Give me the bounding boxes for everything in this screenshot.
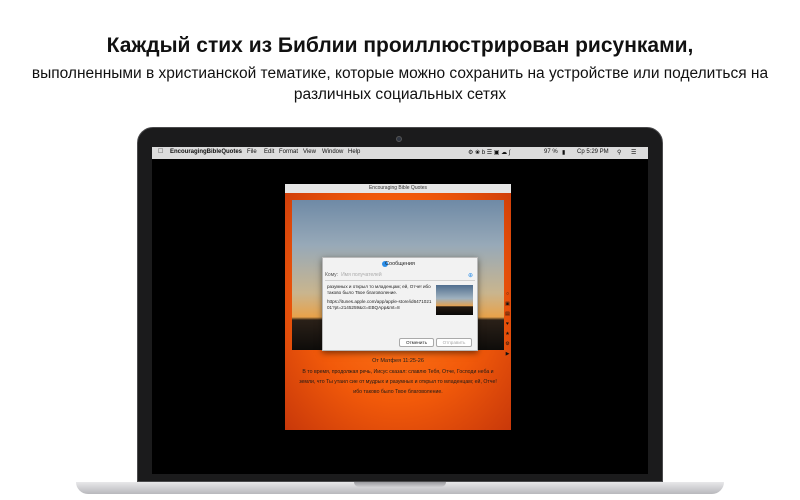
heart-icon[interactable]: ♥ [505, 321, 510, 328]
save-icon[interactable]: ▣ [505, 301, 510, 308]
star-icon[interactable]: ★ [505, 331, 510, 338]
message-link: https://itunes.apple.com/app/apple-store… [327, 299, 432, 311]
headline: Каждый стих из Библии проиллюстрирован р… [106, 34, 694, 57]
message-sheet: Сообщения Кому: Имя получателей ⊕ разумны… [322, 257, 478, 351]
apple-icon[interactable]:  [158, 148, 163, 155]
send-button[interactable]: Отправить [436, 338, 472, 347]
battery-percent[interactable]: 97 % [544, 149, 558, 155]
menu-file[interactable]: File [247, 149, 257, 155]
camera-icon [396, 136, 402, 142]
share-icon[interactable]: ○ [505, 291, 510, 298]
status-icons[interactable]: ⚙ ❀ b ☰ ▣ ☁ ∫ [468, 149, 510, 156]
settings-icon[interactable]: ⚙ [505, 341, 510, 348]
verse-reference: От Матфея 11:25-26 [372, 358, 424, 364]
search-icon[interactable]: ⚲ [617, 149, 621, 156]
recipient-placeholder: Имя получателей [341, 272, 382, 278]
notification-center-icon[interactable]: ☰ [631, 149, 636, 156]
verse-text: В то время, продолжая речь, Иисус сказал… [299, 369, 497, 395]
side-toolbar: ○ ▣ ▤ ♥ ★ ⚙ ▶ [505, 291, 511, 361]
menu-view[interactable]: View [303, 149, 316, 155]
menu-help[interactable]: Help [348, 149, 360, 155]
recipient-label: Кому: [325, 272, 339, 278]
message-body[interactable]: разумных и открыл то младенцам; ей, Отче… [327, 284, 433, 311]
menu-window[interactable]: Window [322, 149, 343, 155]
menu-edit[interactable]: Edit [264, 149, 274, 155]
sheet-title: Сообщения [385, 261, 415, 267]
menu-app-name[interactable]: EncouragingBibleQuotes [170, 149, 242, 155]
menu-format[interactable]: Format [279, 149, 298, 155]
cancel-button[interactable]: Отменить [399, 338, 434, 347]
menu-bar:  EncouragingBibleQuotes File Edit Forma… [152, 147, 648, 159]
add-contact-icon[interactable]: ⊕ [468, 272, 473, 279]
copy-icon[interactable]: ▤ [505, 311, 510, 318]
laptop-screen:  EncouragingBibleQuotes File Edit Forma… [152, 147, 648, 474]
message-text: разумных и открыл то младенцам; ей, Отче… [327, 284, 431, 296]
laptop-notch [354, 482, 446, 487]
window-title: Encouraging Bible Quotes [285, 184, 511, 193]
clock[interactable]: Ср 5:29 PM [577, 149, 609, 155]
battery-icon[interactable]: ▮ [562, 149, 565, 156]
play-icon[interactable]: ▶ [505, 351, 510, 358]
attachment-thumbnail [436, 285, 473, 315]
recipient-field[interactable]: Кому: Имя получателей ⊕ [325, 272, 475, 281]
subline: выполненными в христианской тематике, ко… [31, 65, 769, 103]
